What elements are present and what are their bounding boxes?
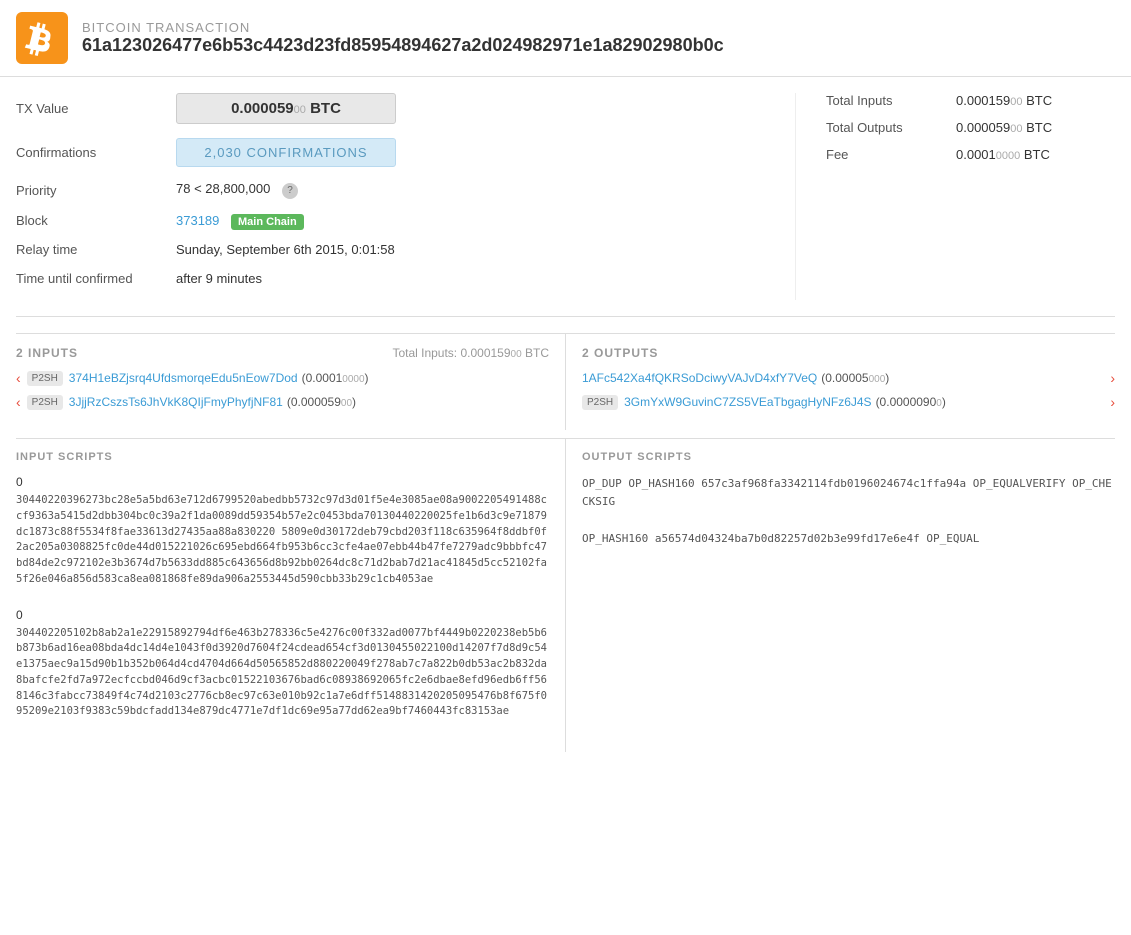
fee-value: 0.00010000 BTC (956, 147, 1050, 162)
output-item-0: 1AFc542Xa4fQKRSoDciwyVAJvD4xfY7VeQ (0.00… (582, 370, 1115, 386)
scripts-section: INPUT SCRIPTS 0 30440220396273bc28e5a5bd… (16, 438, 1115, 752)
input-script-index-1: 0 (16, 608, 549, 622)
output-badge-1: P2SH (582, 395, 618, 410)
tx-value-box: 0.00005900 BTC (176, 93, 396, 124)
total-inputs-label: Total Inputs (826, 93, 956, 108)
input-item-0: ‹ P2SH 374H1eBZjsrq4UfdsmorqeEdu5nEow7Do… (16, 370, 549, 386)
relay-time-label: Relay time (16, 242, 176, 257)
block-row: Block 373189 Main Chain (16, 213, 765, 228)
input-badge-0: P2SH (27, 371, 63, 386)
input-scripts-title: INPUT SCRIPTS (16, 451, 549, 463)
output-amount-1: (0.00000900) (876, 395, 946, 409)
relay-time-field: Sunday, September 6th 2015, 0:01:58 (176, 242, 765, 257)
info-left: TX Value 0.00005900 BTC Confirmations 2,… (16, 93, 795, 300)
confirmations-box: 2,030 CONFIRMATIONS (176, 138, 396, 167)
total-outputs-row: Total Outputs 0.00005900 BTC (826, 120, 1115, 135)
block-field: 373189 Main Chain (176, 213, 765, 228)
input-script-code-0: 30440220396273bc28e5a5bd63e712d6799520ab… (16, 493, 549, 588)
inputs-column: 2 INPUTS Total Inputs: 0.00015900 BTC ‹ … (16, 334, 566, 430)
output-arrow-0: › (1110, 370, 1115, 386)
tx-value-row: TX Value 0.00005900 BTC (16, 93, 765, 124)
output-address-0[interactable]: 1AFc542Xa4fQKRSoDciwyVAJvD4xfY7VeQ (582, 371, 817, 385)
input-arrow-1: ‹ (16, 394, 21, 410)
input-address-0[interactable]: 374H1eBZjsrq4UfdsmorqeEdu5nEow7Dod (69, 371, 298, 385)
output-address-1[interactable]: 3GmYxW9GuvinC7ZS5VEaTbgagHyNFz6J4S (624, 395, 871, 409)
priority-help-icon[interactable]: ? (282, 183, 298, 199)
tx-value-label: TX Value (16, 101, 176, 116)
main-content: TX Value 0.00005900 BTC Confirmations 2,… (0, 77, 1131, 752)
page-header: BITCOIN TRANSACTION 61a123026477e6b53c44… (0, 0, 1131, 77)
info-right: Total Inputs 0.00015900 BTC Total Output… (795, 93, 1115, 300)
input-amount-0: (0.00010000) (302, 371, 369, 385)
inputs-section-title: 2 INPUTS (16, 346, 78, 360)
transaction-id: 61a123026477e6b53c4423d23fd85954894627a2… (82, 35, 724, 56)
outputs-section-title: 2 OUTPUTS (582, 346, 658, 360)
input-badge-1: P2SH (27, 395, 63, 410)
input-amount-1: (0.00005900) (287, 395, 356, 409)
time-confirmed-row: Time until confirmed after 9 minutes (16, 271, 765, 286)
total-outputs-label: Total Outputs (826, 120, 956, 135)
inputs-total-label: Total Inputs: 0.00015900 BTC (392, 346, 549, 360)
input-arrow-0: ‹ (16, 370, 21, 386)
total-inputs-value: 0.00015900 BTC (956, 93, 1052, 108)
time-confirmed-label: Time until confirmed (16, 271, 176, 286)
output-script-1: OP_HASH160 a56574d04324ba7b0d82257d02b3e… (582, 530, 1115, 548)
info-grid: TX Value 0.00005900 BTC Confirmations 2,… (16, 93, 1115, 317)
input-script-code-1: 304402205102b8ab2a1e22915892794df6e463b2… (16, 626, 549, 721)
main-chain-badge: Main Chain (231, 214, 304, 230)
confirmations-label: Confirmations (16, 145, 176, 160)
input-item-1: ‹ P2SH 3JjjRzCszsTs6JhVkK8QIjFmyPhyfjNF8… (16, 394, 549, 410)
priority-field: 78 < 28,800,000 ? (176, 181, 765, 199)
confirmations-row: Confirmations 2,030 CONFIRMATIONS (16, 138, 765, 167)
input-script-index-0: 0 (16, 475, 549, 489)
priority-row: Priority 78 < 28,800,000 ? (16, 181, 765, 199)
outputs-column: 2 OUTPUTS 1AFc542Xa4fQKRSoDciwyVAJvD4xfY… (566, 334, 1115, 430)
fee-label: Fee (826, 147, 956, 162)
input-scripts-column: INPUT SCRIPTS 0 30440220396273bc28e5a5bd… (16, 439, 566, 752)
block-label: Block (16, 213, 176, 228)
fee-row: Fee 0.00010000 BTC (826, 147, 1115, 162)
input-address-1[interactable]: 3JjjRzCszsTs6JhVkK8QIjFmyPhyfjNF81 (69, 395, 283, 409)
io-section: 2 INPUTS Total Inputs: 0.00015900 BTC ‹ … (16, 334, 1115, 430)
relay-time-row: Relay time Sunday, September 6th 2015, 0… (16, 242, 765, 257)
output-scripts-column: OUTPUT SCRIPTS OP_DUP OP_HASH160 657c3af… (566, 439, 1115, 752)
input-script-0: 0 30440220396273bc28e5a5bd63e712d6799520… (16, 475, 549, 588)
tx-value-field: 0.00005900 BTC (176, 93, 765, 124)
confirmations-field: 2,030 CONFIRMATIONS (176, 138, 765, 167)
time-confirmed-field: after 9 minutes (176, 271, 765, 286)
total-outputs-value: 0.00005900 BTC (956, 120, 1052, 135)
output-amount-0: (0.00005000) (821, 371, 889, 385)
inputs-header: 2 INPUTS Total Inputs: 0.00015900 BTC (16, 346, 549, 360)
output-left-0: 1AFc542Xa4fQKRSoDciwyVAJvD4xfY7VeQ (0.00… (582, 371, 889, 385)
output-scripts-title: OUTPUT SCRIPTS (582, 451, 1115, 463)
input-script-1: 0 304402205102b8ab2a1e22915892794df6e463… (16, 608, 549, 721)
header-label: BITCOIN TRANSACTION (82, 20, 724, 35)
bitcoin-logo (16, 12, 68, 64)
output-item-1: P2SH 3GmYxW9GuvinC7ZS5VEaTbgagHyNFz6J4S … (582, 394, 1115, 410)
header-text-block: BITCOIN TRANSACTION 61a123026477e6b53c44… (82, 20, 724, 56)
output-left-1: P2SH 3GmYxW9GuvinC7ZS5VEaTbgagHyNFz6J4S … (582, 395, 946, 410)
outputs-header: 2 OUTPUTS (582, 346, 1115, 360)
output-arrow-1: › (1110, 394, 1115, 410)
block-number-link[interactable]: 373189 (176, 213, 219, 228)
total-inputs-row: Total Inputs 0.00015900 BTC (826, 93, 1115, 108)
priority-label: Priority (16, 183, 176, 198)
output-script-0: OP_DUP OP_HASH160 657c3af968fa3342114fdb… (582, 475, 1115, 510)
